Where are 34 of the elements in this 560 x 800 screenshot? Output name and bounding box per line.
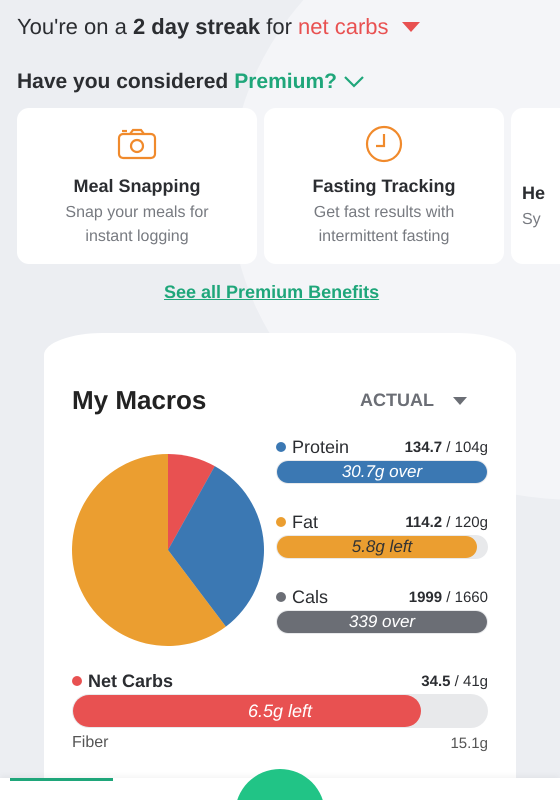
view-dropdown[interactable]: ACTUAL xyxy=(360,390,468,411)
benefit-title: Fasting Tracking xyxy=(312,176,456,197)
macro-amount: 1999 / 1660 xyxy=(408,588,488,606)
premium-heading: Have you considered xyxy=(17,70,228,94)
macro-amount: 34.5 / 41g xyxy=(421,672,488,690)
premium-toggle[interactable]: Premium? xyxy=(234,70,365,94)
macro-name: Protein xyxy=(292,436,350,458)
premium-benefits-link[interactable]: See all Premium Benefits xyxy=(164,282,380,303)
benefit-card[interactable]: He Sy xyxy=(511,108,560,264)
clock-icon xyxy=(364,124,404,164)
macro-name: Fat xyxy=(292,512,320,532)
progress-label: 6.5g left xyxy=(246,700,314,723)
progress-label: 30.7g over xyxy=(340,461,424,483)
benefit-card[interactable]: Fasting Tracking Get fast results with intermittent fasting xyxy=(264,108,504,264)
benefit-description: Get fast results with intermittent fasting xyxy=(312,203,456,247)
macro-name: Net Carbs xyxy=(88,670,174,692)
chevron-down-icon xyxy=(342,75,365,89)
benefit-title: He xyxy=(522,183,546,204)
caret-icon xyxy=(452,396,468,406)
macros-title: My Macros xyxy=(72,385,206,416)
benefit-description: Sy xyxy=(522,210,541,230)
progress-label: 5.8g left xyxy=(350,536,414,558)
caret-icon xyxy=(400,21,421,33)
macro-name: Fiber xyxy=(72,734,110,752)
metric-dropdown[interactable]: net carbs xyxy=(298,14,421,40)
macro-amount: 114.2 / 120g xyxy=(405,514,488,530)
progress-label: 339 over xyxy=(348,611,416,633)
benefit-description: Snap your meals for instant logging xyxy=(64,203,210,247)
streak-message: You're on a 2 day streak for xyxy=(17,14,293,40)
benefit-title: Meal Snapping xyxy=(73,176,200,197)
macro-name: Cals xyxy=(292,586,330,608)
macro-amount: 134.7 / 104g xyxy=(404,438,488,456)
macro-amount: 15.1g xyxy=(450,734,488,752)
benefit-card[interactable]: Meal Snapping Snap your meals for instant logging xyxy=(17,108,257,264)
